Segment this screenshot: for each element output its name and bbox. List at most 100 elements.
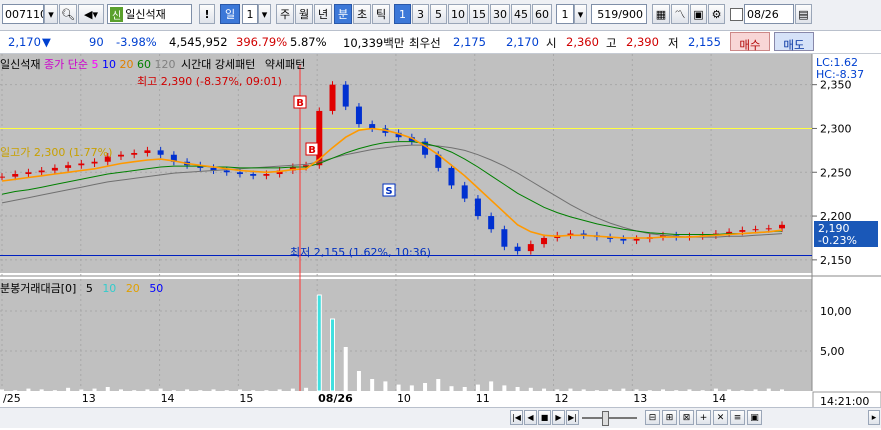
price-chart-svg[interactable]: 2,3502,3002,2502,2002,15010,005,00 /25 13… bbox=[0, 49, 881, 427]
period-second-button[interactable]: 초 bbox=[353, 4, 371, 24]
time-tick-label: 13 bbox=[633, 392, 647, 405]
low-annotation: 최저 2,155 (1.62%, 10:36) bbox=[290, 246, 431, 259]
volume-bar bbox=[277, 389, 282, 391]
minute-option-15[interactable]: 15 bbox=[469, 4, 489, 24]
minute-option-1[interactable]: 1 bbox=[394, 4, 411, 24]
chart-tools-button[interactable]: ▦ bbox=[652, 4, 670, 24]
clear-button[interactable]: ✕ bbox=[713, 410, 728, 425]
volume-bar bbox=[753, 389, 758, 391]
count-field[interactable]: 1 bbox=[556, 4, 574, 24]
period-day-label: 일 bbox=[224, 8, 236, 21]
minute-option-5[interactable]: 5 bbox=[430, 4, 447, 24]
list-button[interactable]: ≡ bbox=[730, 410, 745, 425]
low-price: 2,155 bbox=[688, 35, 721, 49]
volume-bar bbox=[647, 390, 652, 391]
zoom-slider-track[interactable] bbox=[582, 417, 637, 419]
minute-option-60[interactable]: 60 bbox=[532, 4, 552, 24]
minute-option-label: 60 bbox=[535, 7, 549, 21]
alert-button[interactable]: ! bbox=[199, 4, 215, 24]
period-tick-label: 틱 bbox=[375, 8, 387, 21]
stock-code-value: 007110 bbox=[5, 7, 44, 21]
date-checkbox[interactable] bbox=[730, 8, 743, 21]
period-day-button[interactable]: 일 bbox=[220, 4, 240, 24]
calendar-button[interactable]: ▤ bbox=[795, 4, 812, 24]
volume-bar bbox=[39, 389, 44, 391]
period-minute-button[interactable]: 분 bbox=[334, 4, 352, 24]
volume-bar bbox=[13, 390, 18, 391]
sell-button[interactable]: 매도 bbox=[774, 32, 814, 52]
volume-bar bbox=[475, 384, 480, 391]
draw-line-button[interactable]: 〽 bbox=[671, 4, 689, 24]
period-tick-button[interactable]: 틱 bbox=[372, 4, 390, 24]
stock-code-input[interactable]: 007110 bbox=[2, 4, 44, 24]
period-month-button[interactable]: 월 bbox=[295, 4, 313, 24]
more-tools-button[interactable]: ▸ bbox=[868, 410, 880, 425]
minute-option-30[interactable]: 30 bbox=[490, 4, 510, 24]
zoom-in-button[interactable]: ⊞ bbox=[662, 410, 677, 425]
step-back-icon: ◀ bbox=[527, 413, 534, 422]
minute-option-3[interactable]: 3 bbox=[412, 4, 429, 24]
volume-bar bbox=[132, 390, 137, 391]
candle-body bbox=[527, 244, 534, 252]
zoom-out-button[interactable]: ⊟ bbox=[645, 410, 660, 425]
buy-signal-marker-2: B bbox=[305, 142, 319, 156]
volume-ma-20: 20 bbox=[125, 282, 140, 295]
list-icon: ≡ bbox=[733, 412, 742, 423]
volume-bar bbox=[449, 386, 454, 391]
stop-icon: ■ bbox=[540, 413, 549, 422]
candle-body bbox=[12, 174, 19, 177]
stock-name-field[interactable]: 신 일신석재 bbox=[107, 4, 192, 24]
period-number-field[interactable]: 1 bbox=[242, 4, 258, 24]
volume-bar bbox=[502, 385, 507, 391]
zoom-out-icon: ⊟ bbox=[648, 412, 657, 423]
step-back-button[interactable]: ◀ bbox=[524, 410, 537, 425]
buy-button[interactable]: 매수 bbox=[730, 32, 770, 52]
candle-body bbox=[25, 172, 32, 175]
volume-bar bbox=[555, 389, 560, 391]
volume-bar bbox=[700, 390, 705, 391]
code-dropdown-button[interactable]: ▾ bbox=[44, 4, 58, 24]
play-button[interactable]: ▶ bbox=[552, 410, 565, 425]
layout-button[interactable]: ▣ bbox=[747, 410, 762, 425]
chart-area[interactable]: 2,350 2,300 2,250 2,200 2,150 10,00 5,00 /25 13… bbox=[0, 49, 881, 428]
volume-bar bbox=[316, 294, 322, 392]
playback-controls: |◀ ◀ ■ ▶ ▶| bbox=[510, 410, 579, 425]
candle-body bbox=[541, 237, 548, 245]
grid-tools-icon: ▦ bbox=[655, 7, 667, 21]
crosshair-button[interactable]: + bbox=[696, 410, 711, 425]
jump-end-button[interactable]: ▶| bbox=[566, 410, 579, 425]
trade-volume: 4,545,952 bbox=[169, 35, 228, 49]
candle-body bbox=[765, 228, 772, 230]
volume-ma-10: 10 bbox=[102, 282, 117, 295]
legend-ma-5: 5 bbox=[91, 58, 99, 71]
settings-button[interactable]: ⚙ bbox=[708, 4, 725, 24]
volume-bar bbox=[66, 387, 71, 391]
minute-option-45[interactable]: 45 bbox=[511, 4, 531, 24]
buy-signal-marker: B bbox=[293, 95, 307, 109]
jump-start-button[interactable]: |◀ bbox=[510, 410, 523, 425]
stop-button[interactable]: ■ bbox=[538, 410, 551, 425]
fit-button[interactable]: ⊠ bbox=[679, 410, 694, 425]
volume-bar bbox=[118, 389, 123, 391]
volume-bar bbox=[727, 389, 732, 391]
volume-bar bbox=[528, 387, 533, 391]
period-year-button[interactable]: 년 bbox=[314, 4, 332, 24]
volume-bar bbox=[290, 388, 295, 391]
count-dropdown[interactable]: ▾ bbox=[574, 4, 587, 24]
svg-text:S: S bbox=[385, 186, 392, 197]
date-field[interactable]: 08/26 bbox=[744, 4, 794, 24]
volume-bar bbox=[489, 381, 494, 391]
volume-bar bbox=[145, 389, 150, 391]
zoom-slider-handle[interactable] bbox=[602, 411, 609, 426]
volume-bar bbox=[198, 390, 203, 391]
search-button[interactable]: 🔍︎ bbox=[59, 4, 77, 24]
speaker-button[interactable]: ◀▾ bbox=[78, 4, 104, 24]
range-field[interactable]: 519/900 bbox=[591, 4, 647, 24]
candle-body bbox=[65, 165, 72, 168]
price-tick-label: 2,250 bbox=[820, 166, 852, 179]
time-tick-label: 12 bbox=[555, 392, 569, 405]
minute-option-10[interactable]: 10 bbox=[448, 4, 468, 24]
period-number-dropdown[interactable]: ▾ bbox=[258, 4, 271, 24]
save-button[interactable]: ▣ bbox=[690, 4, 707, 24]
period-week-button[interactable]: 주 bbox=[276, 4, 294, 24]
